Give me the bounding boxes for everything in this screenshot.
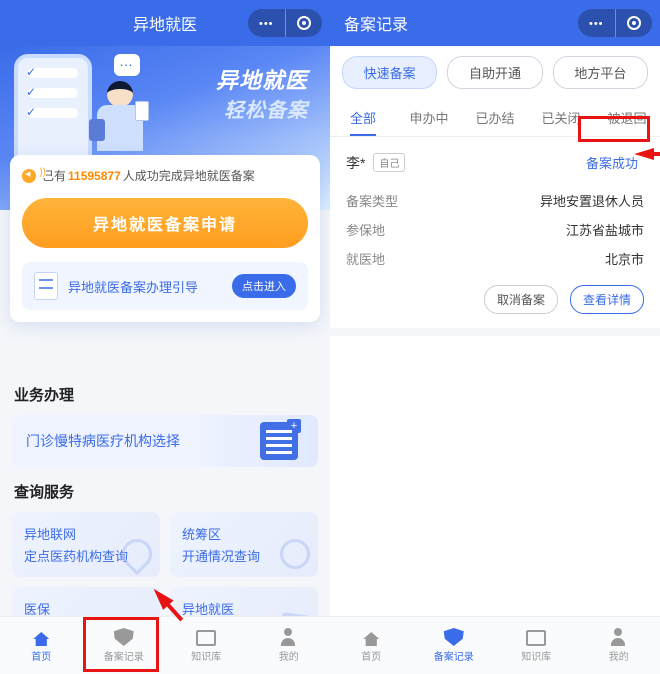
book-icon bbox=[196, 628, 216, 646]
subtab-rejected[interactable]: 被退回 bbox=[594, 99, 660, 136]
hospital-icon bbox=[260, 422, 298, 460]
record-field: 备案类型 异地安置退休人员 bbox=[346, 186, 644, 215]
tab-records[interactable]: 备案记录 bbox=[83, 617, 166, 674]
pill-fast[interactable]: 快速备案 bbox=[342, 56, 437, 89]
miniprogram-capsule[interactable] bbox=[248, 9, 322, 37]
record-name-row: 李* 自己 bbox=[346, 153, 405, 173]
field-key: 就医地 bbox=[346, 249, 385, 268]
record-name: 李* bbox=[346, 153, 365, 173]
tab-label: 我的 bbox=[279, 648, 299, 663]
subtab-pending[interactable]: 申办中 bbox=[396, 99, 462, 136]
tab-home[interactable]: 首页 bbox=[0, 617, 83, 674]
tab-home[interactable]: 首页 bbox=[330, 617, 413, 674]
document-icon bbox=[34, 272, 58, 300]
tab-label: 知识库 bbox=[191, 648, 221, 663]
subtab-closed[interactable]: 已关闭 bbox=[528, 99, 594, 136]
field-key: 参保地 bbox=[346, 220, 385, 239]
close-icon[interactable] bbox=[616, 9, 653, 37]
field-key: 备案类型 bbox=[346, 191, 398, 210]
filter-pills: 快速备案 自助开通 地方平台 bbox=[330, 46, 660, 99]
tab-me[interactable]: 我的 bbox=[248, 617, 331, 674]
broadcast-bar: 已有 11595877 人成功完成异地就医备案 bbox=[22, 167, 308, 184]
broadcast-count: 11595877 bbox=[68, 169, 121, 183]
clinic-select-label: 门诊慢特病医疗机构选择 bbox=[26, 433, 180, 449]
record-status: 备案成功 bbox=[580, 151, 644, 174]
book-icon bbox=[526, 628, 546, 646]
tab-label: 备案记录 bbox=[434, 648, 474, 663]
records-screen: 备案记录 快速备案 自助开通 地方平台 全部 申办中 已办结 已关闭 被退回 李… bbox=[330, 0, 660, 674]
speech-bubble-icon bbox=[114, 54, 140, 76]
query-card-region[interactable]: 统筹区 开通情况查询 bbox=[170, 512, 318, 577]
guide-enter-button[interactable]: 点击进入 bbox=[232, 274, 296, 298]
person-icon bbox=[609, 628, 629, 646]
tab-label: 知识库 bbox=[521, 648, 551, 663]
tab-bar: 首页 备案记录 知识库 我的 bbox=[330, 616, 660, 674]
tab-knowledge[interactable]: 知识库 bbox=[495, 617, 578, 674]
field-value: 北京市 bbox=[605, 249, 644, 268]
header: 备案记录 bbox=[330, 0, 660, 46]
banner-line2: 轻松备案 bbox=[216, 96, 308, 126]
view-detail-button[interactable]: 查看详情 bbox=[570, 285, 644, 314]
page-title: 备案记录 bbox=[344, 11, 408, 35]
banner-line1: 异地就医 bbox=[216, 66, 308, 96]
guide-text: 异地就医备案办理引导 bbox=[68, 277, 222, 296]
tab-label: 首页 bbox=[31, 648, 51, 663]
location-icon bbox=[280, 539, 310, 569]
broadcast-suffix: 人成功完成异地就医备案 bbox=[123, 167, 255, 184]
shield-icon bbox=[444, 628, 464, 646]
pill-local[interactable]: 地方平台 bbox=[553, 56, 648, 89]
home-screen: 异地就医 异地就医 轻松备案 已有 11595877 bbox=[0, 0, 330, 674]
tab-records[interactable]: 备案记录 bbox=[413, 617, 496, 674]
tab-label: 备案记录 bbox=[104, 648, 144, 663]
guide-row[interactable]: 异地就医备案办理引导 点击进入 bbox=[22, 262, 308, 310]
record-field: 参保地 江苏省盐城市 bbox=[346, 215, 644, 244]
home-icon bbox=[31, 628, 51, 646]
shield-icon bbox=[114, 628, 134, 646]
person-icon bbox=[279, 628, 299, 646]
clinic-select-card[interactable]: 门诊慢特病医疗机构选择 bbox=[12, 415, 318, 467]
speaker-icon bbox=[22, 169, 36, 183]
cancel-record-button[interactable]: 取消备案 bbox=[484, 285, 558, 314]
menu-icon[interactable] bbox=[248, 9, 286, 37]
relation-tag: 自己 bbox=[373, 153, 405, 172]
field-value: 异地安置退休人员 bbox=[540, 191, 644, 210]
status-tabs: 全部 申办中 已办结 已关闭 被退回 bbox=[330, 99, 660, 137]
tab-label: 首页 bbox=[361, 648, 381, 663]
close-icon[interactable] bbox=[286, 9, 323, 37]
header: 异地就医 bbox=[0, 0, 330, 46]
miniprogram-capsule[interactable] bbox=[578, 9, 652, 37]
tab-bar: 首页 备案记录 知识库 我的 bbox=[0, 616, 330, 674]
main-card: 已有 11595877 人成功完成异地就医备案 异地就医备案申请 异地就医备案办… bbox=[10, 155, 320, 322]
tab-knowledge[interactable]: 知识库 bbox=[165, 617, 248, 674]
tab-label: 我的 bbox=[609, 648, 629, 663]
field-value: 江苏省盐城市 bbox=[566, 220, 644, 239]
section-title-business: 业务办理 bbox=[0, 370, 330, 415]
subtab-all[interactable]: 全部 bbox=[330, 99, 396, 136]
record-field: 就医地 北京市 bbox=[346, 244, 644, 273]
record-card: 李* 自己 备案成功 备案类型 异地安置退休人员 参保地 江苏省盐城市 就医地 … bbox=[330, 137, 660, 336]
query-card-network[interactable]: 异地联网 定点医药机构查询 bbox=[12, 512, 160, 577]
subtab-done[interactable]: 已办结 bbox=[462, 99, 528, 136]
page-title: 异地就医 bbox=[133, 11, 197, 35]
apply-button[interactable]: 异地就医备案申请 bbox=[22, 198, 308, 248]
section-title-query: 查询服务 bbox=[0, 467, 330, 512]
pill-self[interactable]: 自助开通 bbox=[447, 56, 542, 89]
home-icon bbox=[361, 628, 381, 646]
tab-me[interactable]: 我的 bbox=[578, 617, 660, 674]
menu-icon[interactable] bbox=[578, 9, 616, 37]
